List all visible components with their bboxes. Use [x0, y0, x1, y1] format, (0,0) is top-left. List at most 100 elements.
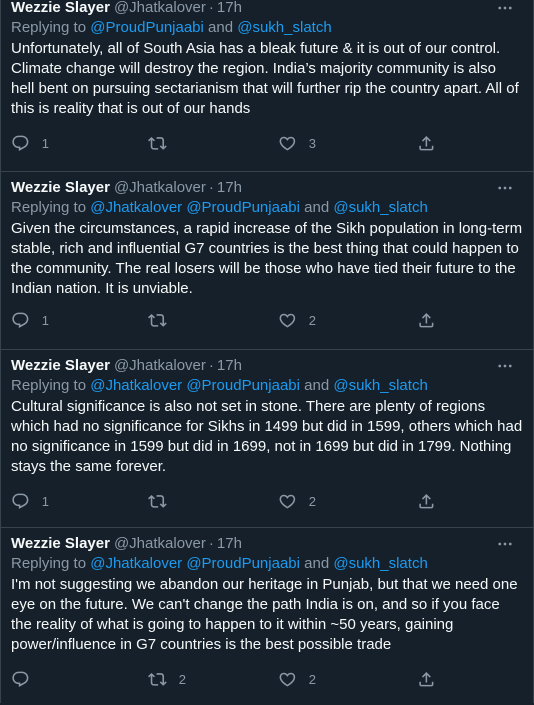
author-name[interactable]: Wezzie Slayer — [11, 356, 110, 376]
mention-link[interactable]: @sukh_slatch — [333, 377, 427, 394]
more-icon — [498, 6, 512, 10]
share-button[interactable] — [417, 134, 436, 153]
author-name[interactable]: Wezzie Slayer — [11, 0, 110, 18]
mention-link[interactable]: @ProudPunjaabi — [186, 199, 300, 216]
separator-dot: · — [208, 0, 214, 16]
tweet[interactable]: Wezzie Slayer @Jhatkalover · 17h Replyin… — [1, 172, 533, 350]
reply-icon — [12, 135, 29, 151]
tweet[interactable]: Wezzie Slayer @Jhatkalover · 17h Replyin… — [1, 528, 533, 703]
author-name[interactable]: Wezzie Slayer — [11, 534, 110, 554]
mention-link[interactable]: @sukh_slatch — [333, 199, 427, 216]
replying-to: Replying to @ProudPunjaabi and @sukh_sla… — [11, 18, 523, 38]
more-options-button[interactable] — [495, 178, 515, 198]
like-button[interactable]: 2 — [278, 492, 316, 511]
replying-prefix: Replying to — [11, 377, 91, 394]
replying-prefix: Replying to — [11, 555, 91, 572]
timestamp[interactable]: 17h — [217, 178, 242, 198]
replying-prefix: Replying to — [11, 19, 91, 36]
mention-link[interactable]: @ProudPunjaabi — [186, 555, 300, 572]
tweet-thread: Wezzie Slayer @Jhatkalover · 17h Replyin… — [0, 0, 534, 703]
mention-link[interactable]: @sukh_slatch — [237, 19, 331, 36]
tweet-actions: 2 2 — [11, 669, 434, 689]
reply-count: 1 — [41, 312, 49, 328]
author-handle[interactable]: @Jhatkalover — [114, 178, 206, 198]
author-handle[interactable]: @Jhatkalover — [114, 356, 206, 376]
tweet-header: Wezzie Slayer @Jhatkalover · 17h — [11, 0, 523, 18]
timestamp[interactable]: 17h — [217, 356, 242, 376]
timestamp[interactable]: 17h — [217, 0, 242, 18]
like-button[interactable]: 2 — [278, 670, 316, 689]
tweet[interactable]: Wezzie Slayer @Jhatkalover · 17h Replyin… — [1, 0, 533, 172]
author-name[interactable]: Wezzie Slayer — [11, 178, 110, 198]
retweet-count: 2 — [178, 671, 186, 687]
retweet-button[interactable]: 2 — [148, 670, 186, 689]
mention-link[interactable]: @Jhatkalover — [90, 555, 182, 572]
tweet-actions: 1 2 — [11, 310, 434, 330]
reply-count: 1 — [41, 493, 49, 509]
mention-link[interactable]: @sukh_slatch — [333, 555, 427, 572]
share-button[interactable] — [417, 670, 436, 689]
timestamp[interactable]: 17h — [217, 534, 242, 554]
retweet-button[interactable] — [148, 134, 179, 153]
like-count: 3 — [308, 135, 316, 151]
replying-prefix: Replying to — [11, 199, 91, 216]
more-options-button[interactable] — [495, 534, 515, 554]
share-icon — [419, 312, 434, 328]
replying-to: Replying to @Jhatkalover @ProudPunjaabi … — [11, 554, 523, 574]
heart-icon — [279, 672, 296, 687]
tweet[interactable]: Wezzie Slayer @Jhatkalover · 17h Replyin… — [1, 350, 533, 528]
tweet-text: Given the circumstances, a rapid increas… — [11, 220, 523, 297]
tweet-actions: 1 3 — [11, 133, 434, 153]
retweet-icon — [148, 136, 167, 150]
reply-count: 1 — [41, 135, 49, 151]
replying-and: and — [299, 199, 334, 216]
reply-button[interactable]: 1 — [11, 134, 49, 153]
tweet-text: Cultural significance is also not set in… — [11, 398, 523, 475]
tweet-actions: 1 2 — [11, 491, 434, 511]
mention-link[interactable]: @ProudPunjaabi — [186, 377, 300, 394]
separator-dot: · — [208, 179, 214, 196]
like-count: 2 — [308, 312, 316, 328]
tweet-header: Wezzie Slayer @Jhatkalover · 17h — [11, 528, 523, 554]
heart-icon — [279, 313, 296, 328]
mention-link[interactable]: @ProudPunjaabi — [90, 19, 204, 36]
more-options-button[interactable] — [495, 356, 515, 376]
retweet-button[interactable] — [148, 311, 179, 330]
heart-icon — [279, 494, 296, 509]
share-button[interactable] — [417, 311, 436, 330]
mention-link[interactable]: @Jhatkalover — [90, 377, 182, 394]
retweet-icon — [148, 672, 167, 686]
retweet-icon — [148, 313, 167, 327]
reply-icon — [12, 312, 29, 328]
heart-icon — [279, 136, 296, 151]
like-button[interactable]: 3 — [278, 134, 316, 153]
tweet-header: Wezzie Slayer @Jhatkalover · 17h — [11, 172, 523, 198]
reply-button[interactable]: 1 — [11, 311, 49, 330]
reply-button[interactable]: 1 — [11, 492, 49, 511]
reply-button[interactable] — [11, 670, 42, 689]
like-count: 2 — [308, 671, 316, 687]
more-icon — [498, 364, 512, 368]
author-handle[interactable]: @Jhatkalover — [114, 534, 206, 554]
reply-icon — [12, 671, 29, 687]
more-icon — [498, 542, 512, 546]
replying-and: and — [299, 555, 334, 572]
more-icon — [498, 186, 512, 190]
separator-dot: · — [208, 357, 214, 374]
replying-to: Replying to @Jhatkalover @ProudPunjaabi … — [11, 198, 523, 218]
replying-and: and — [299, 377, 334, 394]
replying-to: Replying to @Jhatkalover @ProudPunjaabi … — [11, 376, 523, 396]
tweet-text: I'm not suggesting we abandon our herita… — [11, 576, 518, 653]
share-icon — [419, 493, 434, 509]
reply-icon — [12, 493, 29, 509]
like-count: 2 — [308, 493, 316, 509]
retweet-button[interactable] — [148, 492, 179, 511]
share-button[interactable] — [417, 492, 436, 511]
more-options-button[interactable] — [495, 0, 515, 18]
share-icon — [419, 135, 434, 151]
like-button[interactable]: 2 — [278, 311, 316, 330]
mention-link[interactable]: @Jhatkalover — [90, 199, 182, 216]
tweet-header: Wezzie Slayer @Jhatkalover · 17h — [11, 350, 523, 376]
author-handle[interactable]: @Jhatkalover — [114, 0, 206, 18]
retweet-icon — [148, 494, 167, 508]
